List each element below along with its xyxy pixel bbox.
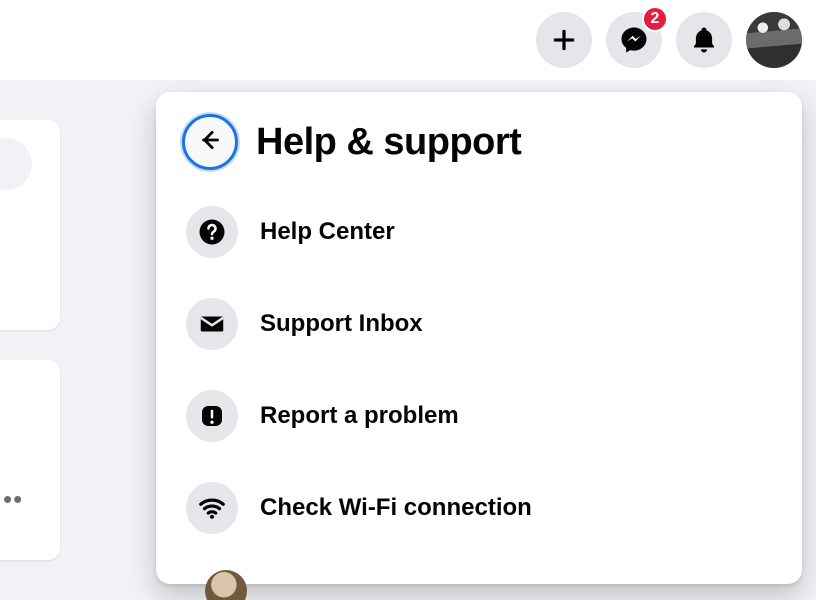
avatar-image	[746, 12, 802, 68]
background-card	[0, 120, 60, 330]
top-bar: 2	[0, 0, 816, 80]
question-circle-icon	[186, 206, 238, 258]
menu-item-label: Check Wi-Fi connection	[260, 494, 532, 522]
menu-item-label: Help Center	[260, 218, 395, 246]
wifi-icon	[186, 482, 238, 534]
exclamation-icon	[186, 390, 238, 442]
help-menu-list: Help Center Support Inbox Report a probl…	[166, 188, 792, 546]
account-avatar[interactable]	[746, 12, 802, 68]
help-support-dropdown: Help & support Help Center Support Inbox…	[156, 92, 802, 584]
arrow-left-icon	[197, 127, 223, 158]
background-card	[0, 360, 60, 560]
plus-icon	[551, 27, 577, 53]
messenger-button[interactable]: 2	[606, 12, 662, 68]
menu-item-help-center[interactable]: Help Center	[172, 194, 786, 270]
menu-item-check-wifi[interactable]: Check Wi-Fi connection	[172, 470, 786, 546]
menu-item-label: Report a problem	[260, 402, 459, 430]
dropdown-title: Help & support	[256, 121, 521, 164]
avatar	[205, 570, 247, 600]
messenger-badge: 2	[642, 6, 668, 32]
bell-icon	[689, 25, 719, 55]
list-item[interactable]	[205, 570, 247, 600]
menu-item-support-inbox[interactable]: Support Inbox	[172, 286, 786, 362]
envelope-icon	[186, 298, 238, 350]
menu-item-label: Support Inbox	[260, 310, 423, 338]
menu-item-report-problem[interactable]: Report a problem	[172, 378, 786, 454]
notifications-button[interactable]	[676, 12, 732, 68]
ellipsis-icon: ••	[3, 484, 23, 515]
messenger-icon	[619, 25, 649, 55]
dropdown-header: Help & support	[166, 106, 792, 188]
back-button[interactable]	[182, 114, 238, 170]
create-button[interactable]	[536, 12, 592, 68]
